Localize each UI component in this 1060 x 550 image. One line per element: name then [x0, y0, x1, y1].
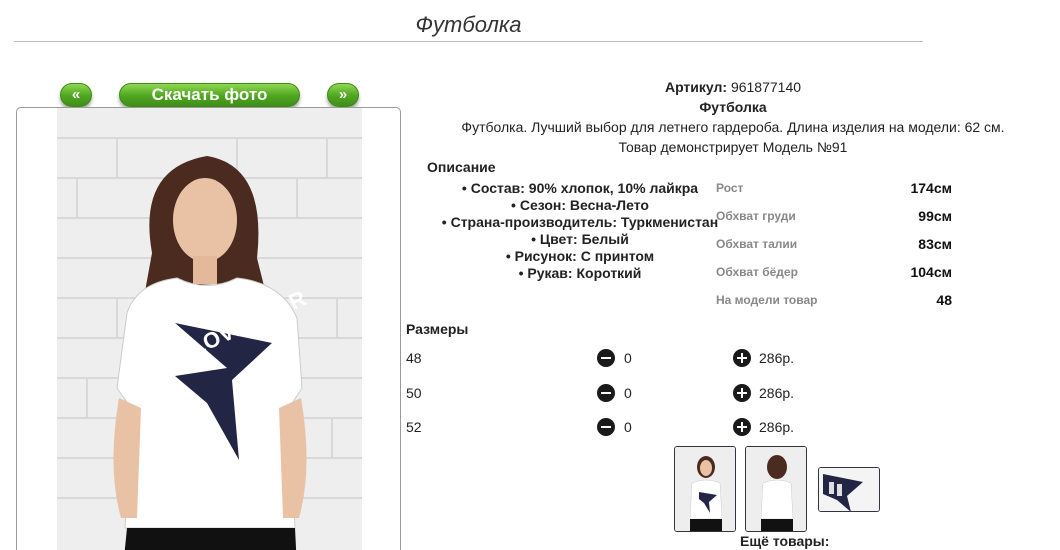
- model-row: Рост 174см: [716, 180, 952, 208]
- measurement-value: 174см: [910, 180, 952, 196]
- product-photo[interactable]: LOVE STAR: [16, 107, 401, 550]
- product-name: Футболка: [699, 99, 767, 115]
- description-title: Описание: [427, 159, 496, 175]
- size-row: 50 0 286р.: [406, 383, 826, 403]
- model-measurements: Рост 174см Обхват груди 99см Обхват тали…: [716, 180, 952, 320]
- measurement-value: 83см: [918, 236, 952, 252]
- description-item: Рисунок: С принтом: [415, 248, 745, 265]
- decrease-quantity-button[interactable]: [597, 349, 615, 367]
- decrease-quantity-button[interactable]: [597, 384, 615, 402]
- measurement-value: 48: [936, 292, 952, 308]
- sizes-title: Размеры: [406, 321, 469, 337]
- article-label: Артикул:: [664, 79, 728, 95]
- next-photo-button[interactable]: »: [327, 83, 359, 107]
- measurement-value: 99см: [918, 208, 952, 224]
- thumbnail-back[interactable]: [745, 446, 807, 532]
- product-description: Футболка. Лучший выбор для летнего гарде…: [461, 119, 1005, 135]
- size-price: 286р.: [759, 350, 795, 366]
- size-price: 286р.: [759, 385, 795, 401]
- title-divider: [14, 41, 923, 42]
- description-list: Состав: 90% хлопок, 10% лайкра Сезон: Ве…: [415, 180, 745, 282]
- measurement-label: Обхват бёдер: [716, 265, 798, 279]
- product-info: Артикул: 961877140 Футболка Футболка. Лу…: [410, 77, 1056, 157]
- size-label: 50: [406, 385, 422, 401]
- thumbnail-front[interactable]: [674, 446, 736, 532]
- measurement-label: На модели товар: [716, 293, 818, 307]
- size-row: 48 0 286р.: [406, 348, 826, 368]
- size-label: 48: [406, 350, 422, 366]
- size-price: 286р.: [759, 419, 795, 435]
- increase-quantity-button[interactable]: [733, 418, 751, 436]
- measurement-label: Рост: [716, 181, 744, 195]
- download-photo-button[interactable]: Скачать фото: [119, 83, 300, 107]
- measurement-label: Обхват талии: [716, 237, 798, 251]
- model-row: Обхват талии 83см: [716, 236, 952, 264]
- article-value: 961877140: [730, 79, 802, 95]
- article-line: Артикул: 961877140: [410, 77, 1056, 97]
- description-item: Сезон: Весна-Лето: [415, 197, 745, 214]
- measurement-label: Обхват груди: [716, 209, 796, 223]
- model-photo-illustration: LOVE STAR: [57, 108, 362, 550]
- quantity-value: 0: [624, 385, 632, 401]
- quantity-value: 0: [624, 350, 632, 366]
- model-row: Обхват бёдер 104см: [716, 264, 952, 292]
- page-title: Футболка: [415, 12, 522, 37]
- measurement-value: 104см: [910, 264, 952, 280]
- description-item: Цвет: Белый: [415, 231, 745, 248]
- size-row: 52 0 286р.: [406, 417, 826, 437]
- quantity-value: 0: [624, 419, 632, 435]
- size-label: 52: [406, 419, 422, 435]
- model-row: На модели товар 48: [716, 292, 952, 320]
- increase-quantity-button[interactable]: [733, 384, 751, 402]
- description-item: Состав: 90% хлопок, 10% лайкра: [415, 180, 745, 197]
- description-item: Рукав: Короткий: [415, 265, 745, 282]
- description-item: Страна-производитель: Туркменистан: [415, 214, 745, 231]
- model-row: Обхват груди 99см: [716, 208, 952, 236]
- decrease-quantity-button[interactable]: [597, 418, 615, 436]
- increase-quantity-button[interactable]: [733, 349, 751, 367]
- more-products-title: Ещё товары:: [740, 533, 830, 549]
- thumbnail-print-detail[interactable]: [818, 467, 880, 512]
- prev-photo-button[interactable]: «: [60, 83, 92, 107]
- model-info-line: Товар демонстрирует Модель №91: [618, 139, 848, 155]
